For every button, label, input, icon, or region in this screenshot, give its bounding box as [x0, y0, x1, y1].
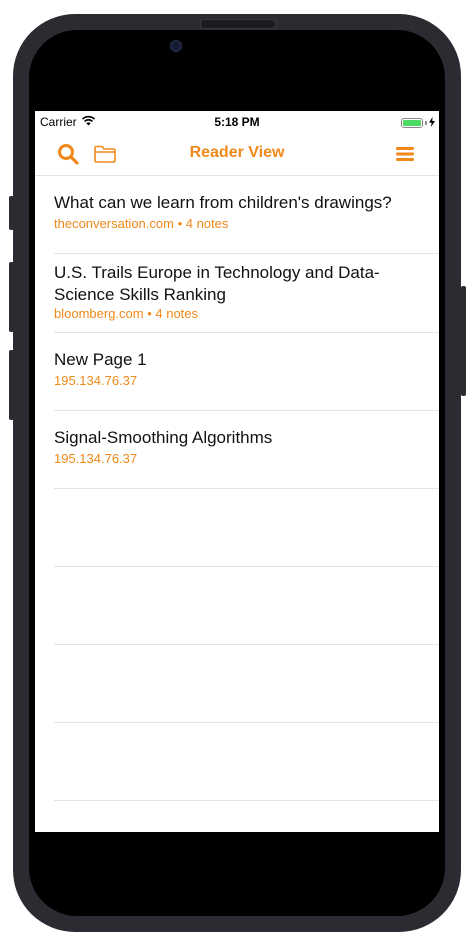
charging-bolt-icon — [429, 116, 435, 130]
article-source: bloomberg.com • 4 notes — [54, 306, 199, 321]
article-title: U.S. Trails Europe in Technology and Dat… — [54, 263, 380, 304]
navigation-bar: Reader View — [35, 133, 439, 176]
article-source: 195.134.76.37 — [54, 451, 138, 466]
front-camera — [170, 40, 182, 52]
empty-row — [54, 489, 439, 567]
status-bar: Carrier 5:18 PM — [35, 111, 439, 133]
list-item[interactable]: New Page 1 195.134.76.37 — [54, 333, 439, 411]
article-list: What can we learn from children's drawin… — [35, 176, 439, 801]
list-item[interactable]: U.S. Trails Europe in Technology and Dat… — [54, 254, 439, 333]
empty-row — [54, 567, 439, 645]
notch — [182, 48, 350, 98]
list-item[interactable]: What can we learn from children's drawin… — [54, 176, 439, 254]
power-button — [461, 286, 466, 396]
article-source: theconversation.com • 4 notes — [54, 216, 229, 231]
article-source: 195.134.76.37 — [54, 373, 138, 388]
article-title: New Page 1 — [54, 350, 147, 369]
article-title: What can we learn from children's drawin… — [54, 193, 392, 212]
list-item[interactable]: Signal-Smoothing Algorithms 195.134.76.3… — [54, 411, 439, 489]
status-time: 5:18 PM — [214, 115, 260, 129]
screen: Carrier 5:18 PM Reader View What can we … — [35, 111, 439, 832]
battery-icon — [401, 118, 423, 128]
empty-row — [54, 645, 439, 723]
speaker-grille — [200, 19, 276, 29]
battery-fill — [403, 120, 421, 126]
battery-indicator — [401, 116, 435, 130]
page-title: Reader View — [189, 144, 285, 161]
battery-tip — [425, 121, 427, 125]
article-title: Signal-Smoothing Algorithms — [54, 428, 273, 447]
menu-icon[interactable] — [392, 141, 418, 167]
empty-row — [54, 723, 439, 801]
